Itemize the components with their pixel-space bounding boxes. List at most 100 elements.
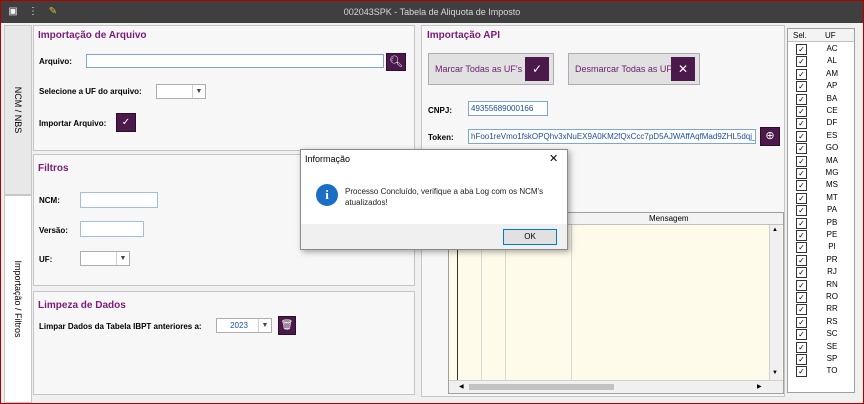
uf-row[interactable]: ✓ CE — [788, 105, 854, 117]
uf-checkbox[interactable]: ✓ — [796, 143, 807, 155]
uf-checkbox[interactable]: ✓ — [796, 192, 807, 204]
uf-checkbox[interactable]: ✓ — [796, 354, 807, 365]
uf-row[interactable]: ✓ RN — [788, 279, 854, 291]
uf-row[interactable]: ✓ PR — [788, 254, 854, 266]
unmark-all-button[interactable]: Desmarcar Todas as UF's ✕ — [568, 53, 700, 85]
uf-row[interactable]: ✓ AC — [788, 43, 854, 55]
mark-all-button[interactable]: Marcar Todas as UF's ✓ — [428, 53, 554, 85]
uf-checkbox[interactable]: ✓ — [796, 56, 807, 68]
uf-row[interactable]: ✓ RJ — [788, 266, 854, 279]
uf-row[interactable]: ✓ PB — [788, 217, 854, 229]
uf-checkbox[interactable]: ✓ — [796, 267, 807, 279]
uf-row[interactable]: ✓ ES — [788, 130, 854, 142]
uf-row[interactable]: ✓ RR — [788, 303, 854, 316]
uf-file-select[interactable]: ▼ — [156, 84, 206, 99]
scroll-up-icon[interactable]: ▲ — [772, 227, 778, 233]
uf-checkbox[interactable]: ✓ — [796, 81, 807, 93]
ok-button[interactable]: OK — [503, 229, 557, 245]
uf-row[interactable]: ✓ PA — [788, 204, 854, 217]
uf-row[interactable]: ✓ MG — [788, 167, 854, 179]
uf-checkbox[interactable]: ✓ — [796, 205, 807, 217]
uf-row[interactable]: ✓ MS — [788, 179, 854, 192]
uf-checkbox[interactable]: ✓ — [796, 304, 807, 316]
vertical-scrollbar[interactable]: ▲ ▼ — [769, 225, 782, 380]
import-file-button[interactable]: ✓ — [116, 113, 136, 132]
uf-row[interactable]: ✓ BA — [788, 93, 854, 105]
scroll-thumb[interactable] — [469, 384, 614, 390]
uf-checkbox[interactable]: ✓ — [796, 341, 807, 353]
tab-ncm-nbs[interactable]: NCM / NBS — [4, 25, 32, 195]
uf-code: RO — [826, 292, 838, 301]
uf-checkbox[interactable]: ✓ — [796, 180, 807, 192]
uf-checkbox[interactable]: ✓ — [796, 316, 807, 328]
uf-filter-label: UF: — [39, 255, 53, 264]
uf-filter-select[interactable]: ▼ — [80, 251, 130, 266]
chevron-down-icon: ▼ — [258, 319, 271, 332]
uf-row[interactable]: ✓ PI — [788, 241, 854, 254]
uf-checkbox[interactable]: ✓ — [796, 279, 807, 291]
uf-row[interactable]: ✓ TO — [788, 365, 854, 378]
uf-checkbox[interactable]: ✓ — [796, 168, 807, 179]
scroll-left-icon[interactable]: ◀ — [459, 383, 464, 390]
scroll-right-icon[interactable]: ▶ — [757, 383, 762, 390]
uf-row[interactable]: ✓ MA — [788, 155, 854, 167]
uf-checkbox[interactable]: ✓ — [796, 130, 807, 142]
uf-row[interactable]: ✓ AM — [788, 68, 854, 80]
uf-row[interactable]: ✓ SC — [788, 328, 854, 341]
scroll-down-icon[interactable]: ▼ — [772, 370, 778, 376]
uf-checkbox[interactable]: ✓ — [796, 217, 807, 229]
file-label: Arquivo: — [39, 57, 72, 66]
cnpj-input[interactable]: 49355689000166 — [468, 101, 548, 116]
uf-checkbox[interactable]: ✓ — [796, 93, 807, 105]
cleanup-year-select[interactable]: 2023 ▼ — [216, 318, 272, 333]
uf-row[interactable]: ✓ AL — [788, 55, 854, 68]
uf-checkbox[interactable]: ✓ — [796, 254, 807, 266]
uf-list[interactable]: Sel. UF ✓ AC ✓ AL ✓ AM ✓ AP ✓ BA ✓ CE ✓ DF ✓ ES ✓ GO ✓ MA ✓ M… — [787, 28, 855, 393]
uf-row[interactable]: ✓ DF — [788, 117, 854, 130]
uf-checkbox[interactable]: ✓ — [796, 292, 807, 303]
uf-code: AL — [827, 56, 837, 66]
uf-row[interactable]: ✓ MT — [788, 192, 854, 204]
uf-row[interactable]: ✓ SE — [788, 341, 854, 353]
info-icon: i — [316, 184, 338, 206]
close-icon[interactable]: ✕ — [549, 152, 558, 165]
check-circle-icon: ✓ — [525, 57, 549, 81]
trash-icon: 🗑︎ — [280, 320, 294, 331]
uf-code: PR — [826, 254, 838, 264]
uf-row[interactable]: ✓ GO — [788, 142, 854, 155]
tab-importacao-filtros[interactable]: Importação / Filtros — [4, 195, 32, 403]
uf-checkbox[interactable]: ✓ — [796, 329, 807, 341]
file-input[interactable] — [86, 54, 384, 68]
uf-row[interactable]: ✓ RS — [788, 316, 854, 328]
uf-code: RS — [826, 316, 838, 326]
uf-checkbox[interactable]: ✓ — [796, 242, 807, 254]
title-bar: ▣ ⋮ ✎ 002043SPK - Tabela de Aliquota de … — [1, 1, 863, 23]
uf-row[interactable]: ✓ RO — [788, 291, 854, 303]
globe-icon: ⊕ — [765, 130, 775, 142]
year-value: 2023 — [230, 321, 248, 330]
cleanup-label: Limpar Dados da Tabela IBPT anteriores a… — [39, 322, 202, 331]
uf-checkbox[interactable]: ✓ — [796, 68, 807, 80]
cnpj-label: CNPJ: — [428, 106, 453, 115]
uf-row[interactable]: ✓ AP — [788, 80, 854, 93]
api-import-button[interactable]: ⊕ — [760, 127, 780, 146]
version-input[interactable] — [80, 221, 144, 237]
token-input[interactable]: hFoo1reVmo1fskOPQhv3xNuEX9A0KM2fQxCcc7pD… — [468, 129, 756, 144]
ncm-input[interactable] — [80, 192, 158, 208]
horizontal-scrollbar[interactable]: ◀ ▶ — [449, 380, 783, 393]
uf-checkbox[interactable]: ✓ — [796, 230, 807, 241]
column-header-mensagem: Mensagem — [649, 214, 689, 223]
uf-checkbox[interactable]: ✓ — [796, 106, 807, 117]
uf-checkbox[interactable]: ✓ — [796, 366, 807, 378]
browse-file-button[interactable]: 🔍︎ — [386, 53, 406, 71]
column-header-sel: Sel. — [793, 31, 807, 40]
close-circle-icon: ✕ — [671, 57, 695, 81]
delete-data-button[interactable]: 🗑︎ — [278, 316, 296, 335]
uf-checkbox[interactable]: ✓ — [796, 118, 807, 130]
uf-checkbox[interactable]: ✓ — [796, 155, 807, 167]
uf-row[interactable]: ✓ SP — [788, 353, 854, 365]
uf-checkbox[interactable]: ✓ — [796, 44, 807, 55]
uf-row[interactable]: ✓ PE — [788, 229, 854, 241]
chevron-down-icon: ▼ — [116, 252, 129, 265]
info-dialog: Informação ✕ i Processo Concluído, verif… — [300, 149, 568, 250]
